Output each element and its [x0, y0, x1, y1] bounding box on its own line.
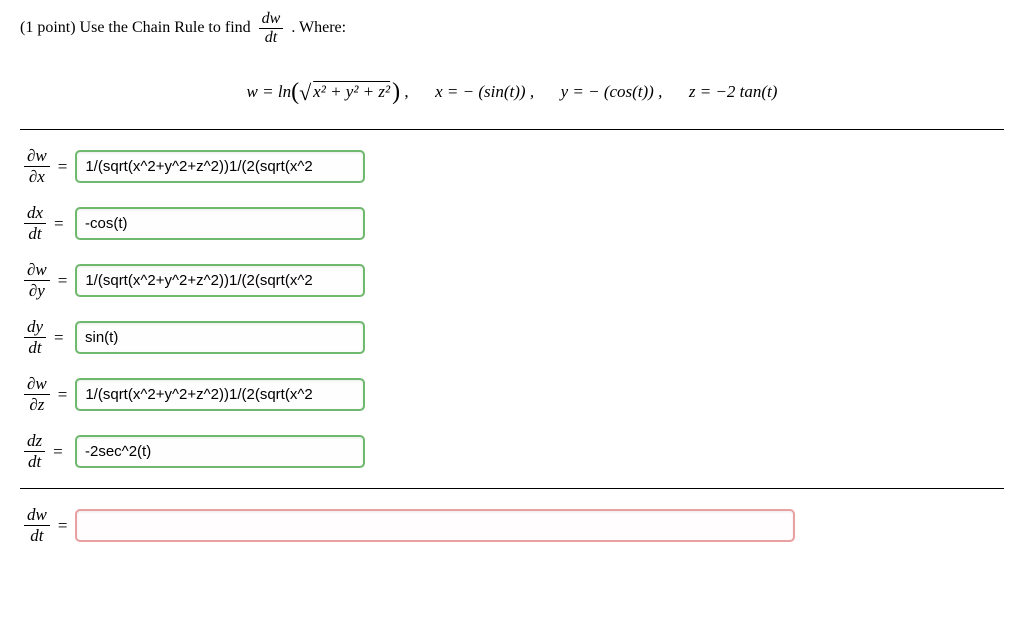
input-dz-dt[interactable]	[75, 435, 365, 468]
equation-display: w = ln(√x² + y² + z²) , x = − (sin(t)) ,…	[20, 77, 1004, 104]
row-dz-dt: dz dt =	[20, 423, 1004, 480]
equals-sign: =	[58, 157, 68, 177]
equals-sign: =	[58, 516, 68, 536]
input-dx-dt[interactable]	[75, 207, 365, 240]
frac-den: dt	[24, 224, 46, 244]
question-prompt: (1 point) Use the Chain Rule to find dw …	[20, 10, 1004, 47]
frac-den: ∂x	[24, 167, 50, 187]
eq-w-lhs: w = ln	[247, 82, 292, 101]
equals-sign: =	[58, 385, 68, 405]
equals-sign: =	[54, 328, 64, 348]
prompt-frac-den: dt	[259, 29, 284, 47]
label-dx-dt: dx dt =	[20, 203, 75, 244]
frac-num: dy	[24, 317, 46, 338]
frac-den: ∂z	[24, 395, 50, 415]
frac-den: dt	[24, 526, 50, 546]
label-dw-dt: dw dt =	[20, 505, 75, 546]
row-dw-dx: ∂w ∂x =	[20, 138, 1004, 195]
input-dw-dt[interactable]	[75, 509, 795, 542]
eq-sqrt-inner: x² + y² + z²	[311, 82, 392, 101]
frac-num: ∂w	[24, 374, 50, 395]
label-dw-dy: ∂w ∂y =	[20, 260, 75, 301]
row-dy-dt: dy dt =	[20, 309, 1004, 366]
input-dw-dy[interactable]	[75, 264, 365, 297]
frac-num: ∂w	[24, 260, 50, 281]
row-dw-dt: dw dt =	[20, 497, 1004, 554]
prompt-prefix: (1 point) Use the Chain Rule to find	[20, 19, 255, 36]
eq-paren-close: )	[392, 79, 400, 105]
label-dw-dz: ∂w ∂z =	[20, 374, 75, 415]
input-dy-dt[interactable]	[75, 321, 365, 354]
input-dw-dz[interactable]	[75, 378, 365, 411]
frac-num: dz	[24, 431, 45, 452]
eq-y-def: y = − (cos(t)) ,	[561, 82, 663, 101]
equals-sign: =	[54, 214, 64, 234]
label-dz-dt: dz dt =	[20, 431, 75, 472]
prompt-fraction: dw dt	[259, 10, 284, 47]
frac-num: dw	[24, 505, 50, 526]
label-dy-dt: dy dt =	[20, 317, 75, 358]
eq-x-def: x = − (sin(t)) ,	[435, 82, 534, 101]
frac-den: dt	[24, 452, 45, 472]
prompt-frac-num: dw	[259, 10, 284, 29]
equals-sign: =	[58, 271, 68, 291]
equals-sign: =	[53, 442, 63, 462]
row-dx-dt: dx dt =	[20, 195, 1004, 252]
eq-z-def: z = −2 tan(t)	[689, 82, 778, 101]
row-dw-dz: ∂w ∂z =	[20, 366, 1004, 423]
row-dw-dy: ∂w ∂y =	[20, 252, 1004, 309]
frac-num: dx	[24, 203, 46, 224]
divider-bottom	[20, 488, 1004, 489]
frac-den: ∂y	[24, 281, 50, 301]
input-dw-dx[interactable]	[75, 150, 365, 183]
label-dw-dx: ∂w ∂x =	[20, 146, 75, 187]
eq-paren-open: (	[291, 79, 299, 105]
prompt-suffix: . Where:	[291, 19, 346, 36]
sqrt-icon: √	[299, 80, 311, 105]
divider-top	[20, 129, 1004, 130]
frac-num: ∂w	[24, 146, 50, 167]
frac-den: dt	[24, 338, 46, 358]
